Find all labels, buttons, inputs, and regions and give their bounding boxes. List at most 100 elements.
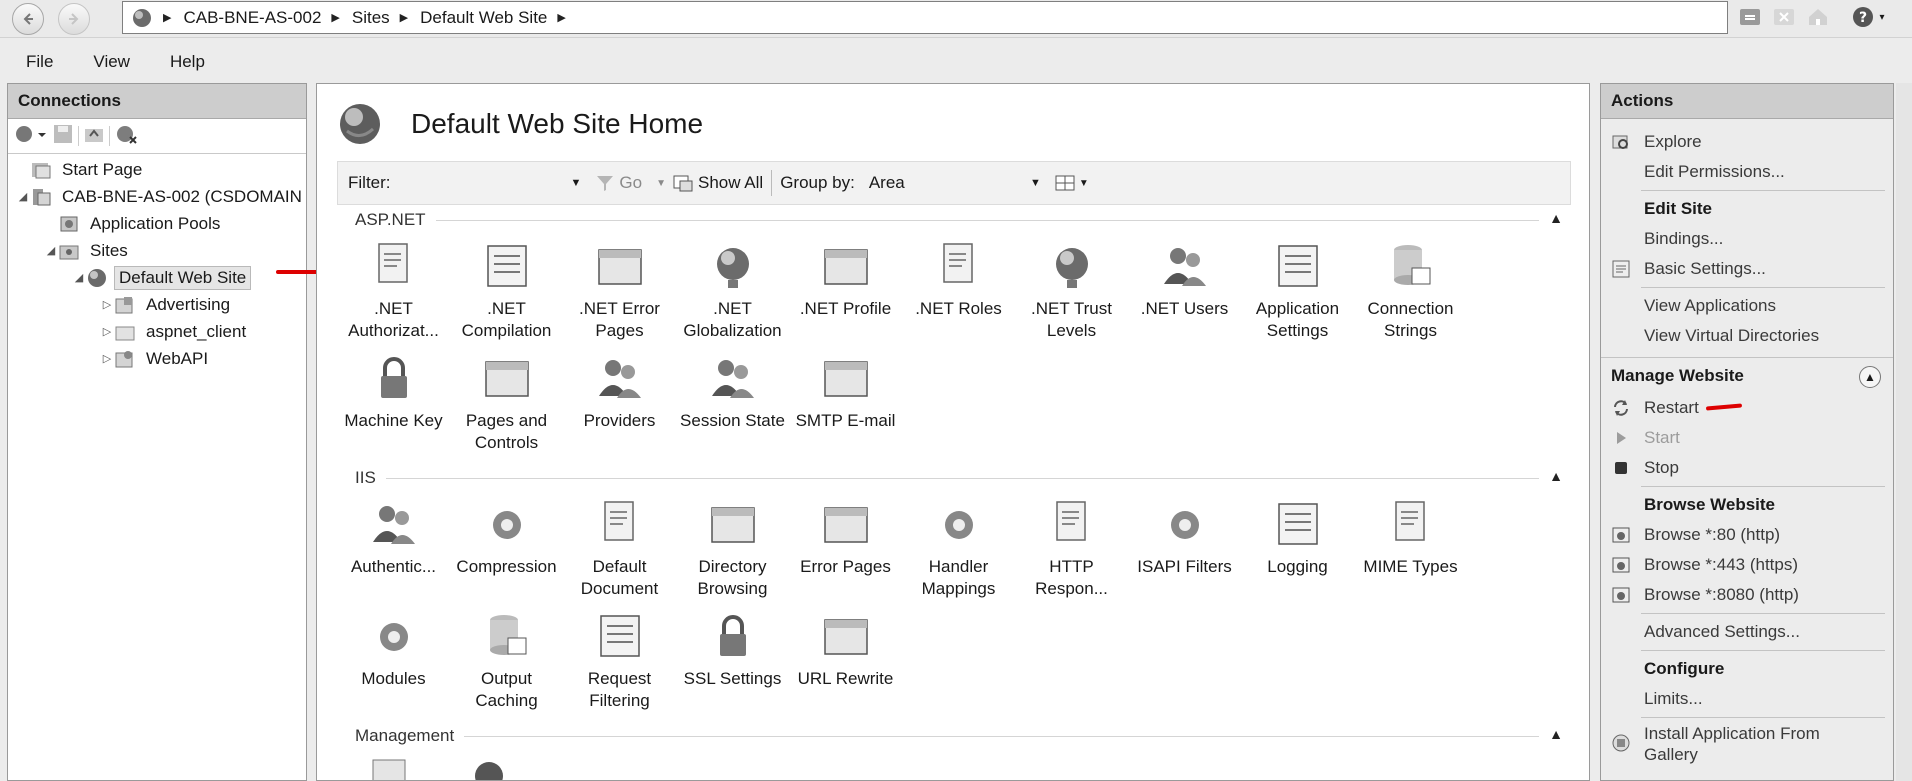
action-browse-8080[interactable]: Browse *:8080 (http) xyxy=(1601,580,1893,610)
filter-input[interactable] xyxy=(398,168,571,198)
connect-dropdown-button[interactable] xyxy=(14,123,48,150)
feature-directory-browsing[interactable]: Directory Browsing xyxy=(676,492,789,604)
feature-default-document[interactable]: Default Document xyxy=(563,492,676,604)
collapse-chevron-icon[interactable]: ▲ xyxy=(1859,366,1881,388)
action-limits[interactable]: Limits... xyxy=(1601,684,1893,714)
collapse-twisty-icon[interactable]: ◢ xyxy=(44,244,58,257)
action-restart[interactable]: Restart xyxy=(1601,393,1893,423)
action-start[interactable]: Start xyxy=(1601,423,1893,453)
collapse-chevron-icon[interactable]: ▲ xyxy=(1549,210,1563,226)
feature-url-rewrite[interactable]: URL Rewrite xyxy=(789,604,902,716)
feature-modules[interactable]: Modules xyxy=(337,604,450,716)
feature-handler-mappings[interactable]: Handler Mappings xyxy=(902,492,1015,604)
feature-request-filtering[interactable]: Request Filtering xyxy=(563,604,676,716)
globe-connect-icon xyxy=(16,125,46,142)
feature-error-pages[interactable]: Error Pages xyxy=(789,492,902,604)
action-browse-80[interactable]: Browse *:80 (http) xyxy=(1601,520,1893,550)
breadcrumb-server[interactable]: CAB-BNE-AS-002 xyxy=(183,8,321,28)
configuration-editor-icon[interactable] xyxy=(369,754,409,781)
tree-item-server[interactable]: ◢ CAB-BNE-AS-002 (CSDOMAIN xyxy=(8,183,306,210)
connect-button[interactable] xyxy=(1736,3,1764,31)
authentication-icon xyxy=(367,498,421,552)
feature-machine-key[interactable]: Machine Key xyxy=(337,346,450,458)
group-by-select[interactable]: Area ▼ xyxy=(869,173,1041,193)
view-mode-button[interactable]: ▼ xyxy=(1055,173,1089,193)
feature-application-settings[interactable]: Application Settings xyxy=(1241,234,1354,346)
breadcrumb-sites[interactable]: Sites xyxy=(352,8,390,28)
action-explore[interactable]: Explore xyxy=(1601,127,1893,157)
action-stop[interactable]: Stop xyxy=(1601,453,1893,483)
feature-net-globalization[interactable]: .NET Globalization xyxy=(676,234,789,346)
action-install-from-gallery[interactable]: Install Application From Gallery xyxy=(1601,721,1831,767)
delete-connection-button[interactable] xyxy=(114,123,138,150)
action-view-applications[interactable]: View Applications xyxy=(1601,291,1893,321)
show-all-button[interactable]: Show All xyxy=(672,173,763,193)
action-edit-site[interactable]: Edit Site xyxy=(1601,194,1893,224)
web-platform-icon[interactable] xyxy=(469,754,509,781)
feature-pages-controls[interactable]: Pages and Controls xyxy=(450,346,563,458)
menu-view[interactable]: View xyxy=(79,52,144,72)
action-advanced-settings[interactable]: Advanced Settings... xyxy=(1601,617,1893,647)
action-label: Start xyxy=(1644,428,1680,447)
collapse-chevron-icon[interactable]: ▲ xyxy=(1549,726,1563,742)
feature-net-authorization[interactable]: .NET Authorizat... xyxy=(337,234,450,346)
action-configure[interactable]: Configure xyxy=(1601,654,1893,684)
go-button[interactable]: Go ▼ xyxy=(595,173,666,193)
feature-net-roles[interactable]: .NET Roles xyxy=(902,234,1015,346)
address-field[interactable]: ▶ CAB-BNE-AS-002 ▶ Sites ▶ Default Web S… xyxy=(122,1,1728,34)
action-browse-website[interactable]: Browse Website xyxy=(1601,490,1893,520)
filter-dropdown-icon[interactable]: ▼ xyxy=(571,177,582,189)
feature-http-response[interactable]: HTTP Respon... xyxy=(1015,492,1128,604)
group-header-management[interactable]: Management ▲ xyxy=(337,722,1571,750)
action-edit-permissions[interactable]: Edit Permissions... xyxy=(1601,157,1893,187)
tree-item-default-web-site[interactable]: ◢ Default Web Site xyxy=(8,264,306,291)
back-button[interactable] xyxy=(12,3,44,35)
group-header-aspnet[interactable]: ASP.NET ▲ xyxy=(337,206,1571,234)
feature-output-caching[interactable]: Output Caching xyxy=(450,604,563,716)
expand-twisty-icon[interactable]: ▷ xyxy=(100,352,114,365)
expand-twisty-icon[interactable]: ▷ xyxy=(100,325,114,338)
feature-net-users[interactable]: .NET Users xyxy=(1128,234,1241,346)
up-level-button[interactable] xyxy=(83,123,105,150)
group-header-iis[interactable]: IIS ▲ xyxy=(337,464,1571,492)
feature-authentication[interactable]: Authentic... xyxy=(337,492,450,604)
error-pages-icon xyxy=(819,498,873,552)
collapse-chevron-icon[interactable]: ▲ xyxy=(1549,468,1563,484)
collapse-twisty-icon[interactable]: ◢ xyxy=(72,271,86,284)
collapse-twisty-icon[interactable]: ◢ xyxy=(16,190,30,203)
feature-smtp-email[interactable]: SMTP E-mail xyxy=(789,346,902,458)
window-scrollbar[interactable] xyxy=(1896,83,1912,781)
feature-connection-strings[interactable]: Connection Strings xyxy=(1354,234,1467,346)
tree-item-advertising[interactable]: ▷ Advertising xyxy=(8,291,306,318)
feature-logging[interactable]: Logging xyxy=(1241,492,1354,604)
action-browse-443[interactable]: Browse *:443 (https) xyxy=(1601,550,1893,580)
menu-file[interactable]: File xyxy=(12,52,67,72)
tree-item-start-page[interactable]: Start Page xyxy=(8,156,306,183)
forward-button[interactable] xyxy=(58,3,90,35)
feature-mime-types[interactable]: MIME Types xyxy=(1354,492,1467,604)
feature-net-trust-levels[interactable]: .NET Trust Levels xyxy=(1015,234,1128,346)
feature-isapi-filters[interactable]: ISAPI Filters xyxy=(1128,492,1241,604)
group-divider xyxy=(435,219,1539,221)
save-connections-button[interactable] xyxy=(52,123,74,150)
feature-compression[interactable]: Compression xyxy=(450,492,563,604)
action-bindings[interactable]: Bindings... xyxy=(1601,224,1893,254)
feature-net-compilation[interactable]: .NET Compilation xyxy=(450,234,563,346)
help-button[interactable]: ? ▾ xyxy=(1848,3,1888,31)
action-view-virtual-directories[interactable]: View Virtual Directories xyxy=(1601,321,1893,351)
home-button[interactable] xyxy=(1804,3,1832,31)
tree-item-webapi[interactable]: ▷ WebAPI xyxy=(8,345,306,372)
feature-net-error-pages[interactable]: .NET Error Pages xyxy=(563,234,676,346)
menu-help[interactable]: Help xyxy=(156,52,219,72)
expand-twisty-icon[interactable]: ▷ xyxy=(100,298,114,311)
tree-item-sites[interactable]: ◢ Sites xyxy=(8,237,306,264)
tree-item-aspnet-client[interactable]: ▷ aspnet_client xyxy=(8,318,306,345)
feature-net-profile[interactable]: .NET Profile xyxy=(789,234,902,346)
stop-button[interactable] xyxy=(1770,3,1798,31)
breadcrumb-default-web-site[interactable]: Default Web Site xyxy=(420,8,547,28)
tree-item-application-pools[interactable]: Application Pools xyxy=(8,210,306,237)
feature-providers[interactable]: Providers xyxy=(563,346,676,458)
action-basic-settings[interactable]: Basic Settings... xyxy=(1601,254,1893,284)
feature-session-state[interactable]: Session State xyxy=(676,346,789,458)
feature-ssl-settings[interactable]: SSL Settings xyxy=(676,604,789,716)
